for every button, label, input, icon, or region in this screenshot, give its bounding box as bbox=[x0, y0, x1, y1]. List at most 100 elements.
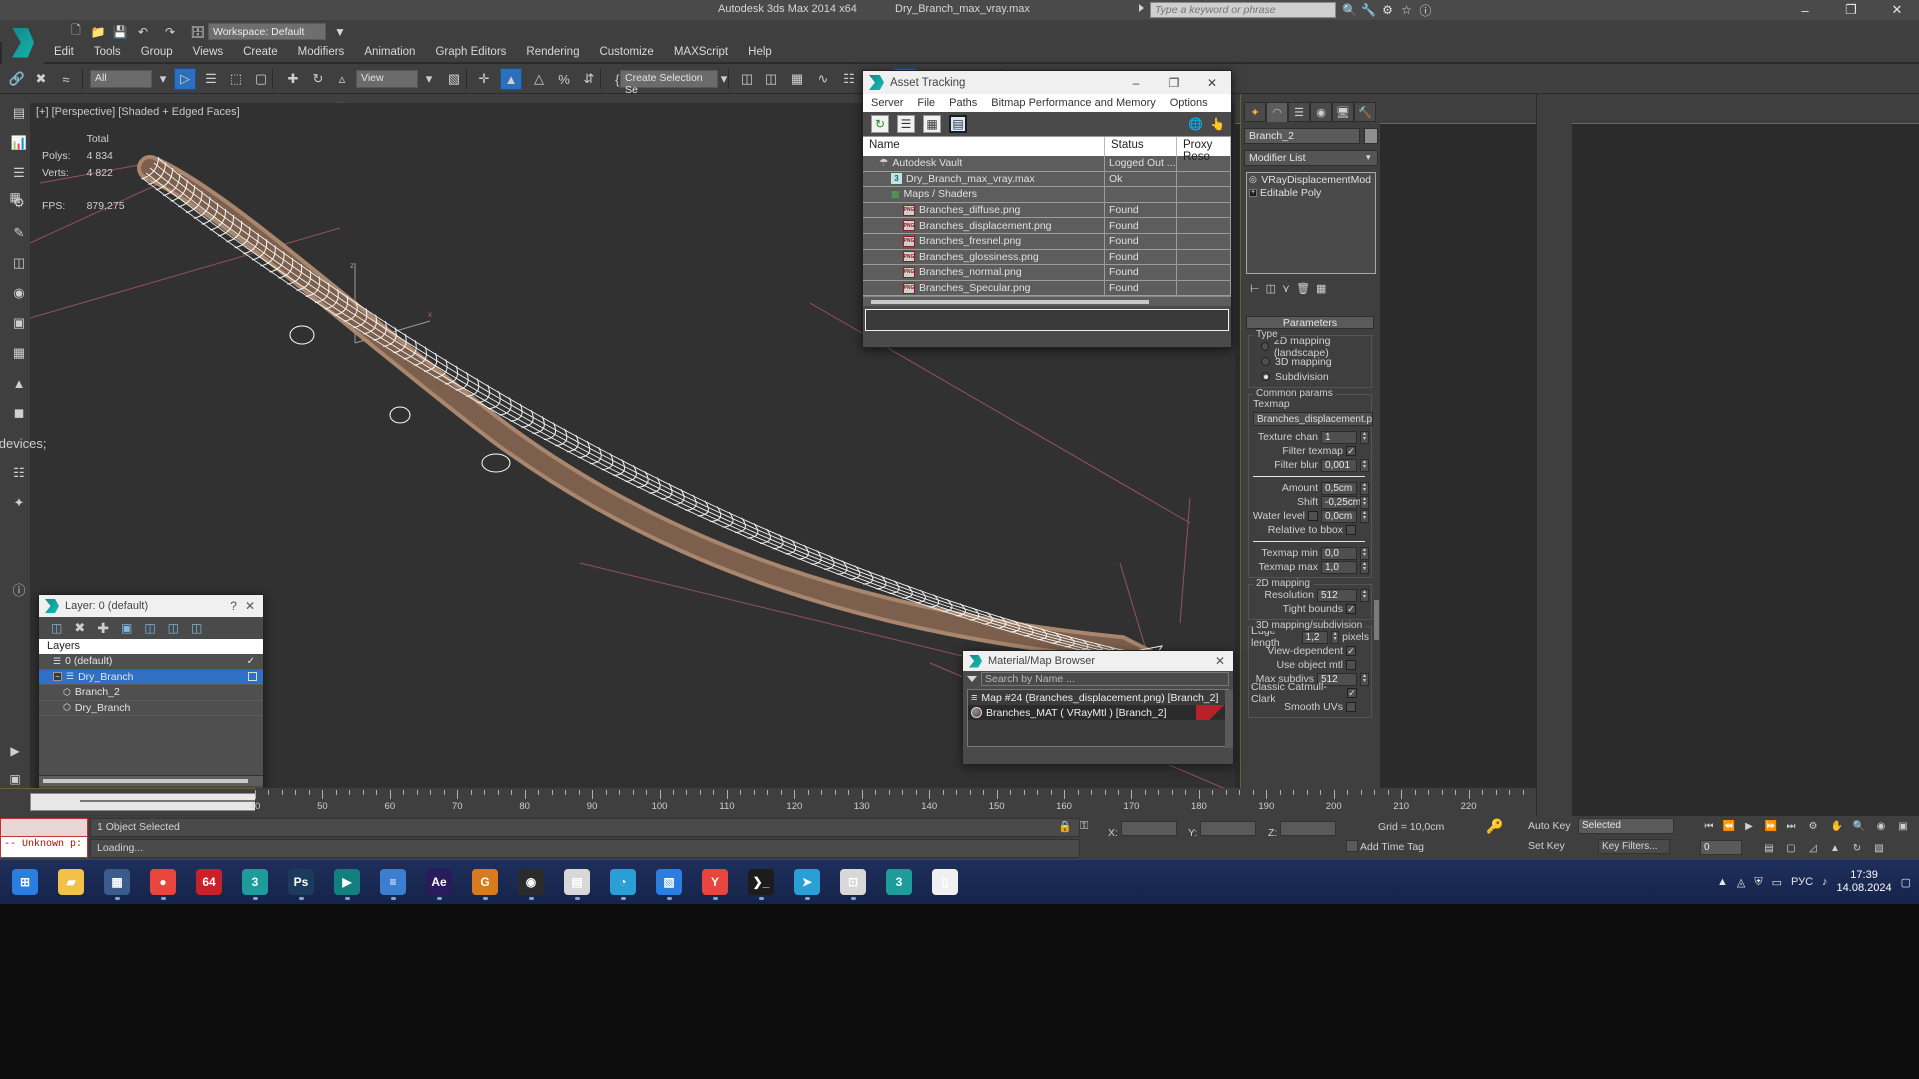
asset-tracking-dialog[interactable]: Asset Tracking – ❐ ✕ Server File Paths Bitm… bbox=[862, 70, 1232, 348]
edge-length-input[interactable]: 1,2 bbox=[1301, 630, 1329, 644]
select-highlighted-icon[interactable]: ◫ bbox=[144, 621, 155, 635]
restore-button[interactable]: ❐ bbox=[1828, 0, 1874, 20]
layer-hide-checkbox[interactable] bbox=[248, 672, 257, 682]
layer-row[interactable]: ⬡ Branch_2 bbox=[39, 685, 263, 701]
calculator-icon[interactable]: ⊡ bbox=[832, 862, 874, 902]
add-layer-icon[interactable]: ✚ bbox=[97, 620, 109, 637]
coord-dropdown-icon[interactable]: ▾ bbox=[418, 68, 440, 90]
menu-item-help[interactable]: Help bbox=[738, 42, 782, 62]
texmap-max-spinner[interactable]: ▴ ▾ bbox=[1360, 560, 1369, 574]
mmb-titlebar[interactable]: Material/Map Browser ✕ bbox=[963, 651, 1233, 671]
key-filters-button[interactable]: Key Filters... bbox=[1598, 839, 1670, 854]
3dsmax-active-icon[interactable]: ▶ bbox=[326, 862, 368, 902]
asset-minimize-button[interactable]: – bbox=[1117, 71, 1155, 94]
next-frame-icon[interactable]: ⏩ bbox=[1762, 818, 1780, 835]
mmb-scrollbar[interactable] bbox=[1225, 690, 1233, 748]
maxscript-mini-listener[interactable]: -- Unknown p: bbox=[0, 818, 88, 858]
texmap-max-input[interactable]: 1,0 bbox=[1321, 560, 1357, 574]
layer-active-check-icon[interactable]: ✓ bbox=[247, 656, 255, 667]
texmap-min-spinner[interactable]: ▴ ▾ bbox=[1360, 546, 1369, 560]
menu-item-animation[interactable]: Animation bbox=[354, 42, 425, 62]
menu-item-graph-editors[interactable]: Graph Editors bbox=[425, 42, 516, 62]
resolution-input[interactable]: 512 bbox=[1317, 588, 1357, 602]
rail-icon-14[interactable]: ✦ bbox=[8, 492, 30, 514]
filter-texmap-checkbox[interactable]: ✓ bbox=[1346, 446, 1356, 456]
select-move-icon[interactable]: ✚ bbox=[282, 68, 304, 90]
unlink-icon[interactable]: ✖ bbox=[30, 68, 52, 90]
rail-icon-11[interactable]: ◼ bbox=[8, 402, 30, 424]
menu-item-create[interactable]: Create bbox=[233, 42, 288, 62]
asset-menu-file[interactable]: File bbox=[917, 97, 935, 109]
thumbnail-view-icon[interactable]: ▦ bbox=[923, 115, 941, 133]
lightbulb-icon[interactable]: ◎ bbox=[1249, 174, 1257, 185]
asset-row-name-cell[interactable]: PNG Branches_diffuse.png bbox=[863, 202, 1105, 218]
maxscript-output-pane[interactable] bbox=[1, 819, 87, 837]
asset-menu-options[interactable]: Options bbox=[1170, 97, 1208, 109]
radio-3d-mapping-icon[interactable] bbox=[1261, 357, 1270, 366]
motion-tab[interactable]: ◉ bbox=[1310, 102, 1332, 122]
undo-icon[interactable]: ↶ bbox=[133, 23, 153, 40]
help-pointer-icon[interactable]: 👆 bbox=[1210, 117, 1225, 131]
zoom-extents-icon[interactable]: ▢ bbox=[1782, 840, 1800, 857]
layer-row[interactable]: ⬡ Dry_Branch bbox=[39, 701, 263, 716]
curve-editor-icon[interactable]: ∿ bbox=[812, 68, 834, 90]
texture-chan-input[interactable]: 1 bbox=[1321, 430, 1357, 444]
modify-tab[interactable]: ◠ bbox=[1266, 102, 1288, 122]
type-option-2d[interactable]: 2D mapping (landscape) bbox=[1251, 335, 1369, 359]
modifier-stack[interactable]: ◎ VRayDisplacementMod + Editable Poly bbox=[1246, 172, 1376, 274]
window-crossing-icon[interactable]: ▢ bbox=[250, 68, 272, 90]
rail-icon-13[interactable]: ☷ bbox=[8, 462, 30, 484]
layer-manager-icon[interactable]: ◫ bbox=[760, 68, 782, 90]
redo-icon[interactable]: ↷ bbox=[160, 23, 180, 40]
add-time-tag-text[interactable]: Add Time Tag bbox=[1360, 841, 1424, 853]
show-end-result-icon[interactable]: ◫ bbox=[1266, 282, 1276, 295]
texmap-button[interactable]: Branches_displacement.png) bbox=[1253, 412, 1373, 426]
help-icon[interactable]: ⓘ bbox=[1417, 2, 1434, 18]
pin-stack-icon[interactable]: ⊢ bbox=[1250, 282, 1260, 295]
filter-blur-input[interactable]: 0,001 bbox=[1321, 458, 1357, 472]
document-icon[interactable]: ▯ bbox=[924, 862, 966, 902]
select-object-icon[interactable]: ▷ bbox=[174, 68, 196, 90]
key-icon[interactable]: 🔑 bbox=[1486, 818, 1503, 835]
save-icon[interactable]: 💾 bbox=[110, 23, 130, 40]
set-key-button[interactable]: Set Key bbox=[1528, 840, 1565, 852]
layer-row[interactable]: ☰ 0 (default) ✓ bbox=[39, 654, 263, 670]
align-icon[interactable]: ◫ bbox=[736, 68, 758, 90]
z-input[interactable] bbox=[1280, 821, 1337, 836]
shift-spinner[interactable]: ▴ ▾ bbox=[1360, 495, 1369, 509]
menu-item-modifiers[interactable]: Modifiers bbox=[288, 42, 355, 62]
layer-settings-icon[interactable]: ◫ bbox=[191, 621, 202, 635]
close-button[interactable]: ✕ bbox=[1874, 0, 1919, 20]
reference-coord-combo[interactable]: View bbox=[356, 70, 418, 88]
tray-sound-icon[interactable]: ♪ bbox=[1822, 876, 1828, 888]
viewport-label[interactable]: [+] [Perspective] [Shaded + Edged Faces] bbox=[36, 106, 240, 118]
left-tool-2-icon[interactable]: ▶ bbox=[4, 740, 26, 762]
asset-row-name-cell[interactable]: PNG Branches_glossiness.png bbox=[863, 249, 1105, 265]
play-animation-icon[interactable]: ▶ bbox=[1740, 818, 1758, 835]
time-config-icon[interactable]: ⚙ bbox=[1804, 818, 1822, 835]
material-row[interactable]: ≡ Map #24 (Branches_displacement.png) [Br… bbox=[968, 690, 1228, 705]
edit-named-selection-icon[interactable]: ⇵ bbox=[578, 68, 600, 90]
minimize-button[interactable]: – bbox=[1782, 0, 1828, 20]
goto-end-icon[interactable]: ⏭ bbox=[1782, 818, 1800, 835]
asset-table-body[interactable]: ☂ Autodesk Vault Logged Out ... 3 Dry_Branch… bbox=[863, 156, 1231, 297]
create-tab[interactable]: ✦ bbox=[1244, 102, 1266, 122]
select-object-icon[interactable]: ▣ bbox=[121, 621, 132, 635]
select-link-icon[interactable]: 🔗 bbox=[6, 68, 28, 90]
time-tag-checkbox[interactable] bbox=[1346, 840, 1358, 852]
layer-horizontal-scrollbar[interactable] bbox=[39, 776, 263, 786]
field-of-view-icon[interactable]: ◿ bbox=[1804, 840, 1822, 857]
z-coord-field[interactable]: Z: bbox=[1268, 821, 1337, 839]
lock-selection-icon[interactable]: 🔒 bbox=[1058, 820, 1072, 837]
3dsmax-icon[interactable]: 3 bbox=[234, 862, 276, 902]
tray-language-indicator[interactable]: РУС bbox=[1791, 876, 1813, 888]
tray-clock[interactable]: 17:39 14.08.2024 bbox=[1837, 869, 1892, 895]
search-expander-icon[interactable] bbox=[1139, 4, 1144, 12]
asset-row[interactable]: PNG Branches_glossiness.png Found bbox=[863, 249, 1231, 266]
tray-battery-icon[interactable]: ▭ bbox=[1772, 876, 1782, 889]
menu-item-tools[interactable]: Tools bbox=[84, 42, 131, 62]
chevron-down-icon[interactable]: ▾ bbox=[1366, 152, 1371, 163]
relative-bbox-checkbox[interactable] bbox=[1346, 525, 1356, 535]
arc-rotate-icon[interactable]: ↻ bbox=[1848, 840, 1866, 857]
save-app-icon[interactable]: ▤ bbox=[556, 862, 598, 902]
